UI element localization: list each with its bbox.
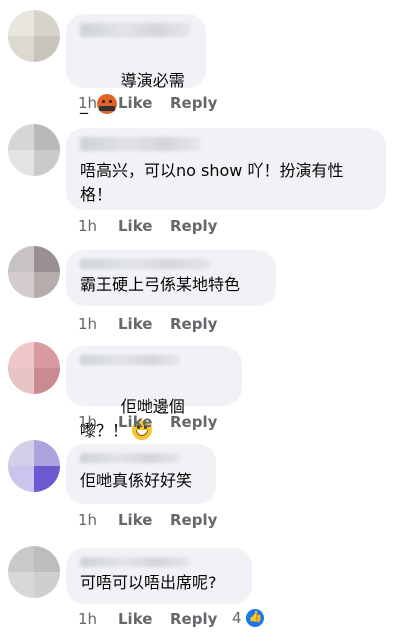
comment-timestamp[interactable]: 1h xyxy=(78,217,118,235)
comment-bubble: 佢哋真係好好笑 xyxy=(66,444,216,504)
comments-panel: 導演必需 _ 1h Like Reply 唔高兴，可以no show 吖！扮演有… xyxy=(0,0,400,640)
comment-timestamp[interactable]: 1h xyxy=(78,315,118,333)
comment-actions: 1h Like Reply xyxy=(78,94,217,112)
comment-text: 可唔可以唔出席呢? xyxy=(80,573,217,592)
avatar[interactable] xyxy=(8,440,60,492)
comment-timestamp[interactable]: 1h xyxy=(78,511,118,529)
comment-timestamp[interactable]: 1h xyxy=(78,94,118,112)
comment-actions: 1h Like Reply xyxy=(78,610,217,628)
avatar[interactable] xyxy=(8,342,60,394)
reply-button[interactable]: Reply xyxy=(170,94,217,112)
author-name-redacted[interactable] xyxy=(80,557,190,567)
author-name-redacted[interactable] xyxy=(80,137,200,151)
avatar[interactable] xyxy=(8,246,60,298)
reply-button[interactable]: Reply xyxy=(170,413,217,431)
reply-button[interactable]: Reply xyxy=(170,315,217,333)
reply-button[interactable]: Reply xyxy=(170,217,217,235)
comment-timestamp[interactable]: 1h xyxy=(78,610,118,628)
comment-actions: 1h Like Reply xyxy=(78,315,217,333)
like-button[interactable]: Like xyxy=(118,610,170,628)
reply-button[interactable]: Reply xyxy=(170,511,217,529)
reaction-count: 4 xyxy=(232,609,242,627)
author-name-redacted[interactable] xyxy=(80,259,210,269)
comment-actions: 1h Like Reply xyxy=(78,413,217,431)
author-name-redacted[interactable] xyxy=(80,453,180,463)
comment-text: 佢哋真係好好笑 xyxy=(80,471,193,490)
comment-bubble: 唔高兴，可以no show 吖！扮演有性 格！ xyxy=(66,128,386,210)
comment-bubble: 霸王硬上弓係某地特色 xyxy=(66,250,276,306)
like-button[interactable]: Like xyxy=(118,94,170,112)
comment-text: 唔高兴，可以no show 吖！扮演有性 格！ xyxy=(80,161,344,204)
comment-bubble: 導演必需 _ xyxy=(66,14,206,114)
author-name-redacted[interactable] xyxy=(80,23,190,37)
like-button[interactable]: Like xyxy=(118,315,170,333)
comment-text: 霸王硬上弓係某地特色 xyxy=(80,275,241,294)
comment-timestamp[interactable]: 1h xyxy=(78,413,118,431)
avatar[interactable] xyxy=(8,124,60,176)
comment-actions: 1h Like Reply xyxy=(78,217,217,235)
like-button[interactable]: Like xyxy=(118,217,170,235)
reaction-summary[interactable]: 4 xyxy=(232,609,264,627)
like-button[interactable]: Like xyxy=(118,413,170,431)
like-reaction-icon xyxy=(245,609,264,627)
reply-button[interactable]: Reply xyxy=(170,610,217,628)
avatar[interactable] xyxy=(8,10,60,62)
comment-actions: 1h Like Reply xyxy=(78,511,217,529)
like-button[interactable]: Like xyxy=(118,511,170,529)
author-name-redacted[interactable] xyxy=(80,355,180,365)
avatar[interactable] xyxy=(8,546,60,598)
comment-bubble: 可唔可以唔出席呢? xyxy=(66,548,252,604)
comment-bubble: 佢哋邊個嚟？！ xyxy=(66,346,242,440)
